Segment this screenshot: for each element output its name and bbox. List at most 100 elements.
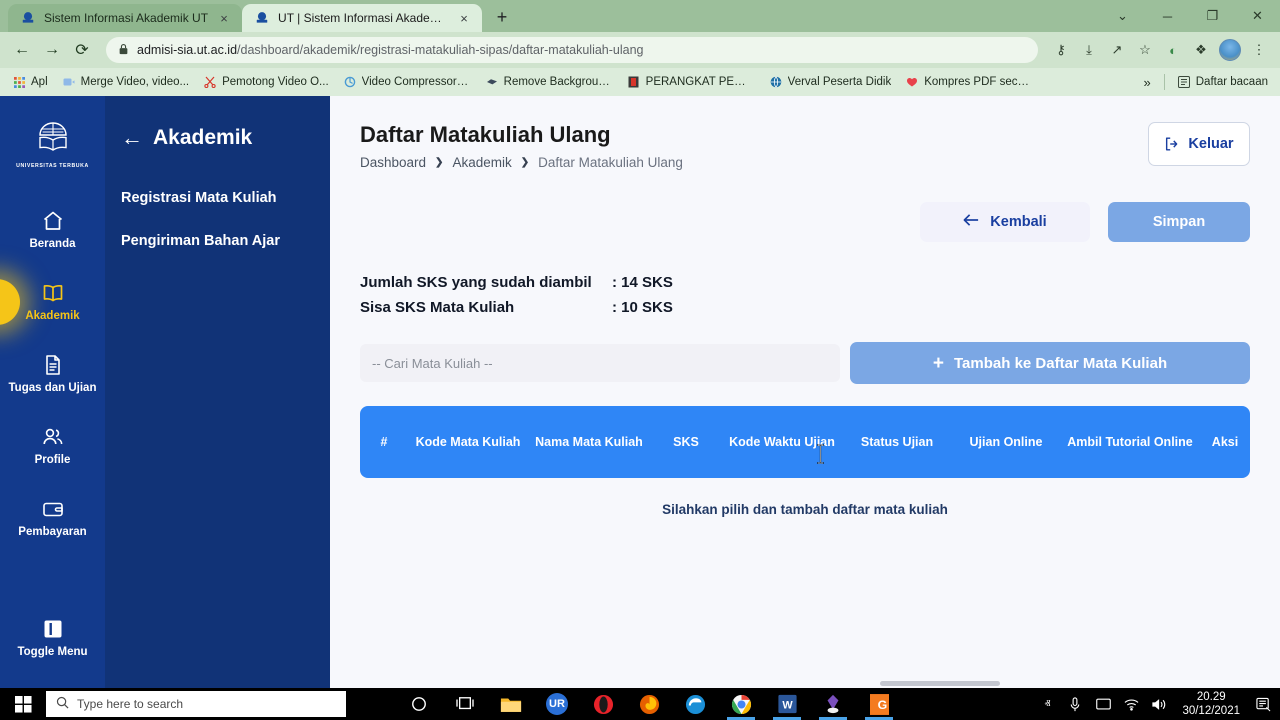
secondary-nav: ← Akademik Registrasi Mata Kuliah Pengir… [105,96,330,688]
breadcrumb-akademik[interactable]: Akademik [452,155,511,170]
users-icon [41,425,65,449]
sidebar-item-tugas-dan-ujian[interactable]: Tugas dan Ujian [0,338,105,410]
taskbar-app-ur-browser[interactable]: UR [534,688,580,720]
bookmark-pemotong-video[interactable]: Pemotong Video O... [197,73,335,91]
taskbar-app-file-explorer[interactable] [488,688,534,720]
table-empty-message: Silahkan pilih dan tambah daftar mata ku… [360,478,1250,540]
tab-search-icon[interactable]: ⌄ [1100,0,1145,32]
minimize-button[interactable]: ─ [1145,0,1190,32]
subnav-header[interactable]: ← Akademik [121,126,330,150]
sidebar-item-label: Akademik [25,310,79,323]
sidebar-item-profile[interactable]: Profile [0,410,105,482]
bookmark-perangkat-pembelajaran[interactable]: PERANGKAT PEMBE... [621,73,761,91]
reading-list-icon [1177,75,1191,89]
taskbar-app-media-player[interactable] [810,688,856,720]
browser-toolbar: ← → ⟳ admisi-sia.ut.ac.id/dashboard/akad… [0,32,1280,68]
taskbar-app-gom-player[interactable]: G [856,688,902,720]
sks-value: : 14 SKS [612,270,673,295]
sidebar-item-label: Profile [35,454,71,467]
bookmark-label: Merge Video, video... [81,76,189,88]
breadcrumb-dashboard[interactable]: Dashboard [360,155,426,170]
sidebar-item-pembayaran[interactable]: Pembayaran [0,482,105,554]
search-icon [56,696,69,712]
windows-taskbar: Type here to search UR W [0,688,1280,720]
download-icon[interactable]: ⤓ [1076,37,1102,63]
wifi-icon[interactable] [1122,695,1140,713]
compress-icon [343,75,357,89]
content-header: Daftar Matakuliah Ulang Dashboard ❯ Akad… [360,122,1250,170]
reload-icon[interactable]: ⟳ [68,36,96,64]
task-view-icon[interactable] [442,688,488,720]
taskbar-app-firefox[interactable] [626,688,672,720]
bookmarks-bar: Apl Merge Video, video... Pemotong Video… [0,68,1280,96]
browser-tab-2[interactable]: UT | Sistem Informasi Akademik × [242,4,482,32]
taskbar-clock[interactable]: 20.29 30/12/2021 [1178,690,1244,719]
browser-menu-icon[interactable]: ⋮ [1246,37,1272,63]
share-icon[interactable]: ↗ [1104,37,1130,63]
bookmark-label: Video Compressor |... [362,76,471,88]
notifications-icon[interactable] [1254,695,1272,713]
bookmark-remove-background[interactable]: Remove Background... [479,73,619,91]
cortana-circle-icon[interactable] [396,688,442,720]
simpan-button[interactable]: Simpan [1108,202,1250,242]
microphone-icon[interactable] [1066,695,1084,713]
browser-tab-1[interactable]: Sistem Informasi Akademik UT × [8,4,242,32]
keluar-button[interactable]: Keluar [1148,122,1250,166]
maximize-button[interactable]: ❐ [1190,0,1235,32]
volume-icon[interactable] [1150,695,1168,713]
arrow-left-icon [963,213,980,231]
reading-list-label: Daftar bacaan [1196,76,1268,88]
bookmark-kompres-pdf[interactable]: Kompres PDF secar... [899,73,1039,91]
back-arrow-icon[interactable]: ← [121,127,143,149]
subnav-item-pengiriman-bahan-ajar[interactable]: Pengiriman Bahan Ajar [121,233,330,249]
tambah-ke-daftar-mata-kuliah-button[interactable]: + Tambah ke Daftar Mata Kuliah [850,342,1250,384]
bookmark-verval-peserta-didik[interactable]: Verval Peserta Didik [763,73,898,91]
sks-label: Jumlah SKS yang sudah diambil [360,270,612,295]
key-icon[interactable]: ⚷ [1048,37,1074,63]
breadcrumb: Dashboard ❯ Akademik ❯ Daftar Matakuliah… [360,155,683,170]
address-bar[interactable]: admisi-sia.ut.ac.id/dashboard/akademik/r… [106,37,1038,63]
profile-avatar[interactable] [1219,39,1241,61]
new-tab-button[interactable]: + [488,3,516,31]
bookmark-star-icon[interactable]: ☆ [1132,37,1158,63]
bookmarks-overflow-button[interactable]: » [1137,73,1158,92]
bookmark-merge-video[interactable]: Merge Video, video... [56,73,195,91]
reading-list-button[interactable]: Daftar bacaan [1171,73,1274,91]
sidebar-item-beranda[interactable]: Beranda [0,194,105,266]
back-icon[interactable]: ← [8,36,36,64]
bookmark-video-compressor[interactable]: Video Compressor |... [337,73,477,91]
close-window-button[interactable]: ✕ [1235,0,1280,32]
ut-logo: UNIVERSITAS TERBUKA [22,114,84,176]
start-button[interactable] [0,688,46,720]
home-icon [41,209,65,233]
taskbar-app-microsoft-word[interactable]: W [764,688,810,720]
taskbar-search-input[interactable]: Type here to search [46,691,346,717]
horizontal-scrollbar[interactable] [880,681,1000,686]
svg-text:W: W [782,700,793,712]
toggle-menu-button[interactable]: Toggle Menu [0,602,105,674]
window-controls: ⌄ ─ ❐ ✕ [1100,0,1280,32]
display-icon[interactable] [1094,695,1112,713]
bookmark-label: Pemotong Video O... [222,76,329,88]
toolbar-divider [1164,74,1165,90]
bookmark-apps[interactable]: Apl [6,73,54,91]
kembali-button[interactable]: Kembali [920,202,1090,242]
extension-globe-icon[interactable]: ◐ [1160,37,1186,63]
extensions-puzzle-icon[interactable]: ❖ [1188,37,1214,63]
taskbar-app-opera[interactable] [580,688,626,720]
show-hidden-icons-button[interactable]: ⱏ [1038,695,1056,713]
taskbar-app-microsoft-edge[interactable] [672,688,718,720]
toolbar-icons: ⚷ ⤓ ↗ ☆ ◐ ❖ ⋮ [1048,37,1272,63]
taskbar-app-google-chrome[interactable] [718,688,764,720]
subnav-item-registrasi-mata-kuliah[interactable]: Registrasi Mata Kuliah [121,190,330,206]
sidebar-item-akademik[interactable]: Akademik [0,266,105,338]
taskbar-apps: UR W G [396,688,902,720]
search-mata-kuliah-input[interactable]: -- Cari Mata Kuliah -- [360,344,840,382]
close-icon[interactable]: × [216,10,232,26]
system-tray: ⱏ 20.29 30/12/2021 [1038,690,1280,719]
book-icon [41,281,65,305]
close-icon[interactable]: × [456,10,472,26]
forward-icon[interactable]: → [38,36,66,64]
column-header-ambil-tutorial-online: Ambil Tutorial Online [1060,433,1200,451]
apps-grid-icon [12,75,26,89]
